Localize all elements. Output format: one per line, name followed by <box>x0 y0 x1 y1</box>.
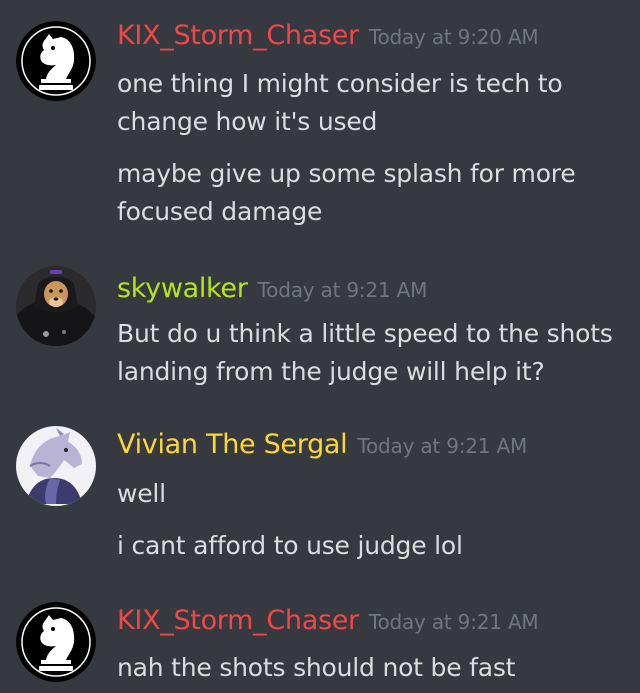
message-text: one thing I might consider is tech to ch… <box>117 69 563 136</box>
message-text: nah the shots should not be fast <box>117 653 516 682</box>
message-text: But do u think a little speed to the sho… <box>117 319 613 386</box>
message-text: i cant afford to use judge lol <box>117 531 463 560</box>
timestamp: Today at 9:21 AM <box>368 610 539 634</box>
timestamp: Today at 9:21 AM <box>257 278 428 302</box>
timestamp: Today at 9:21 AM <box>357 434 528 458</box>
chess-knight-icon[interactable] <box>16 602 96 682</box>
timestamp: Today at 9:20 AM <box>368 25 539 49</box>
username[interactable]: Vivian The Sergal <box>117 429 348 460</box>
username[interactable]: skywalker <box>117 273 248 304</box>
sergal-sketch-avatar[interactable] <box>16 426 96 506</box>
username[interactable]: KIX_Storm_Chaser <box>117 20 359 51</box>
username[interactable]: KIX_Storm_Chaser <box>117 605 359 636</box>
message-text: maybe give up some splash for more focus… <box>117 159 576 226</box>
chess-knight-icon[interactable] <box>16 21 96 101</box>
message-text: well <box>117 479 166 508</box>
dog-hoodie-photo[interactable] <box>16 266 96 346</box>
